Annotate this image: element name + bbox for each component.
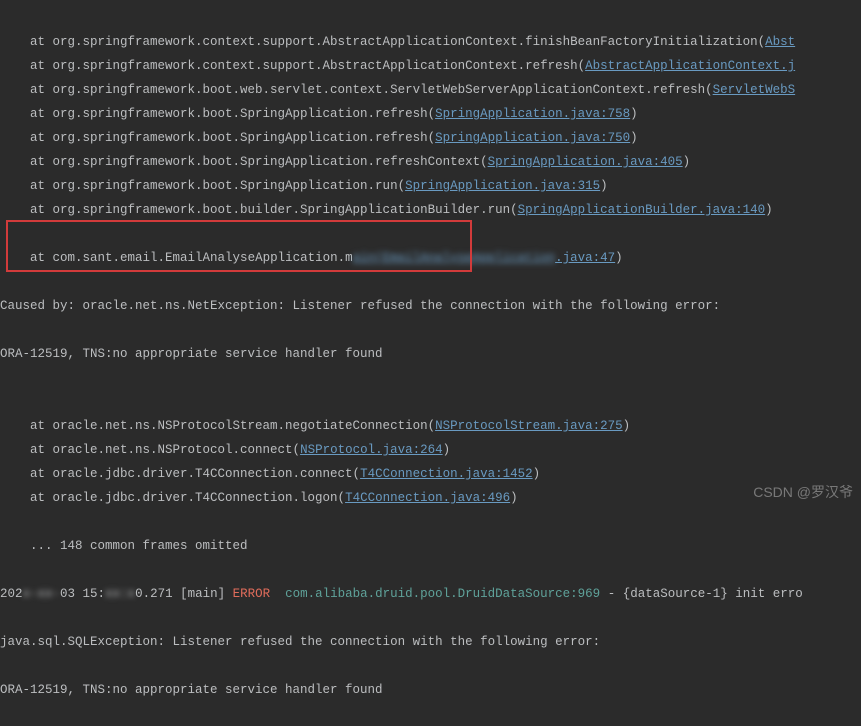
source-link[interactable]: SpringApplication.java:758 — [435, 107, 630, 121]
stack-frame: at oracle.net.ns.NSProtocol.connect(NSPr… — [0, 438, 861, 462]
stack-frame: at org.springframework.context.support.A… — [0, 30, 861, 54]
stack-frame: at oracle.jdbc.driver.T4CConnection.logo… — [0, 486, 861, 510]
ora-error-line: ORA-12519, TNS:no appropriate service ha… — [0, 678, 861, 702]
source-link[interactable]: NSProtocol.java:264 — [300, 443, 443, 457]
source-link[interactable]: ain(EmailAnalyseApplication — [353, 251, 556, 265]
stack-frame: at org.springframework.boot.SpringApplic… — [0, 174, 861, 198]
stack-frame: at org.springframework.context.support.A… — [0, 54, 861, 78]
caused-by-line: Caused by: oracle.net.ns.NetException: L… — [0, 294, 861, 318]
exception-line: java.sql.SQLException: Listener refused … — [0, 630, 861, 654]
source-link[interactable]: T4CConnection.java:1452 — [360, 467, 533, 481]
source-link[interactable]: SpringApplication.java:405 — [488, 155, 683, 169]
stack-frame: at org.springframework.boot.web.servlet.… — [0, 78, 861, 102]
source-link[interactable]: .java:47 — [555, 251, 615, 265]
source-link[interactable]: Abst — [765, 35, 795, 49]
stack-frame: at com.sant.email.EmailAnalyseApplicatio… — [0, 246, 861, 270]
source-link[interactable]: SpringApplicationBuilder.java:140 — [518, 203, 766, 217]
logger-name: com.alibaba.druid.pool.DruidDataSource:9… — [285, 587, 600, 601]
watermark: CSDN @罗汉爷 — [753, 480, 853, 504]
stack-frame: at oracle.jdbc.driver.T4CConnection.conn… — [0, 462, 861, 486]
stack-frame: at oracle.net.ns.NSProtocolStream.negoti… — [0, 414, 861, 438]
source-link[interactable]: SpringApplication.java:750 — [435, 131, 630, 145]
log-level-error: ERROR — [233, 587, 271, 601]
source-link[interactable]: NSProtocolStream.java:275 — [435, 419, 623, 433]
source-link[interactable]: ServletWebS — [713, 83, 796, 97]
stack-frame: at org.springframework.boot.SpringApplic… — [0, 126, 861, 150]
source-link[interactable]: AbstractApplicationContext.j — [585, 59, 795, 73]
stack-frame: at org.springframework.boot.SpringApplic… — [0, 102, 861, 126]
console-output: at org.springframework.context.support.A… — [0, 0, 861, 726]
log-line: 202x-xx-03 15:xx:x0.271 [main] ERROR com… — [0, 582, 861, 606]
frames-omitted: ... 148 common frames omitted — [0, 534, 861, 558]
source-link[interactable]: T4CConnection.java:496 — [345, 491, 510, 505]
ora-error-line: ORA-12519, TNS:no appropriate service ha… — [0, 342, 861, 366]
source-link[interactable]: SpringApplication.java:315 — [405, 179, 600, 193]
stack-frame: at org.springframework.boot.builder.Spri… — [0, 198, 861, 222]
stack-frame: at org.springframework.boot.SpringApplic… — [0, 150, 861, 174]
